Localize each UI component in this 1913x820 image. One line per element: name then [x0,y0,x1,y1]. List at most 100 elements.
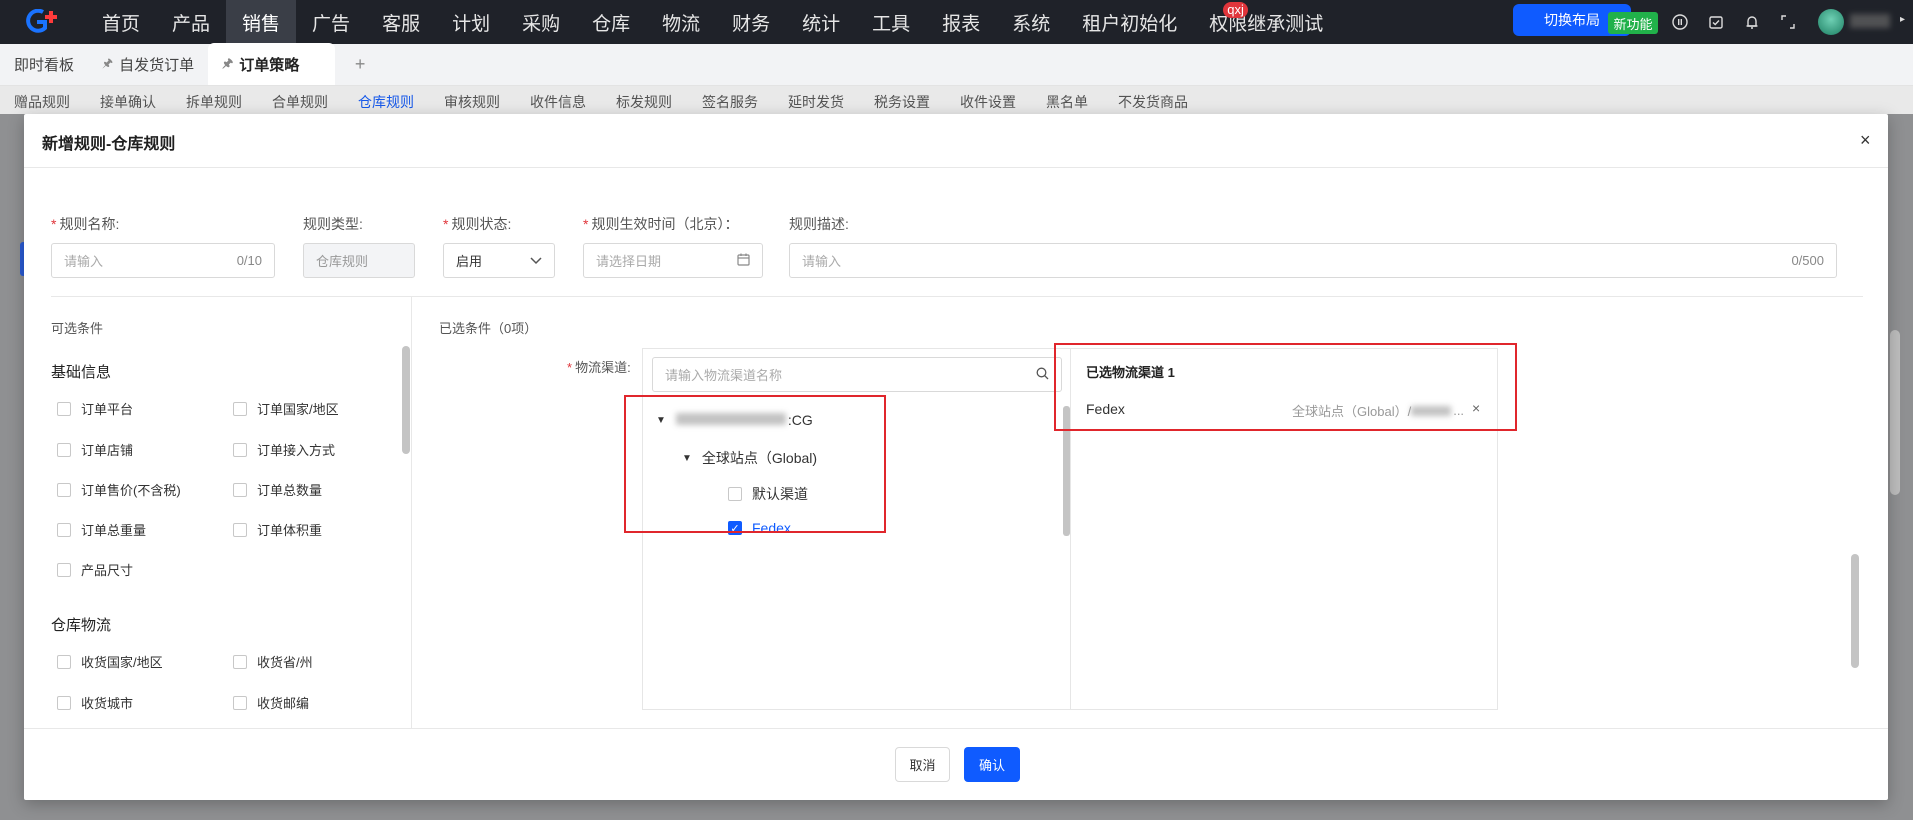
checkbox[interactable] [233,401,247,416]
caret-right-icon[interactable]: ▸ [1900,14,1905,25]
fullscreen-icon[interactable] [1779,13,1797,31]
nav-item-statistics[interactable]: 统计 [786,0,856,44]
checkbox[interactable] [233,482,247,497]
remove-icon[interactable]: × [1472,400,1480,416]
checkbox[interactable] [233,522,247,537]
nav-item-plan[interactable]: 计划 [436,0,506,44]
checkbox[interactable] [233,654,247,669]
nav-item-permission-test[interactable]: 权限继承测试 qxj [1193,0,1339,44]
info-circle-icon[interactable] [1671,13,1689,31]
nav-item-reports[interactable]: 报表 [926,0,996,44]
checkbox[interactable] [57,401,71,416]
checkbox[interactable] [57,522,71,537]
caret-down-icon[interactable]: ▼ [682,453,692,464]
tree-node-default-channel[interactable]: 默认渠道 [728,484,808,504]
left-scrollbar[interactable] [402,346,410,454]
tab-order-strategy[interactable]: 🖈 订单策略 [208,43,336,85]
channel-label-text: 默认渠道 [752,486,808,502]
nav-item-home[interactable]: 首页 [86,0,156,44]
checkbox[interactable] [728,487,742,501]
tree-node-site[interactable]: ▼ 全球站点（Global) [682,448,817,468]
account-name-blurred [675,413,786,425]
condition-product-size[interactable]: 产品尺寸 [57,560,133,579]
checkbox-checked[interactable]: ✓ [728,521,742,535]
tab-self-ship-orders[interactable]: 🖈 自发货订单 [88,43,208,85]
user-avatar[interactable] [1818,9,1844,35]
search-icon[interactable] [1036,367,1049,383]
pin-icon: 🖈 [222,55,234,70]
right-scrollbar[interactable] [1851,554,1859,668]
add-rule-modal: 新增规则-仓库规则 × * 规则名称: 请输入 0/10 规则类型: 仓库规则 *… [24,114,1888,800]
checkbox[interactable] [233,695,247,710]
nav-item-system[interactable]: 系统 [996,0,1066,44]
nav-item-tenant-init[interactable]: 租户初始化 [1066,0,1193,44]
section-warehouse-logistics: 仓库物流 [51,617,112,634]
section-basic-info: 基础信息 [51,364,112,381]
rule-time-label: * 规则生效时间（北京）： [583,216,739,232]
rule-status-label: * 规则状态: [443,216,512,232]
add-tab-icon[interactable]: + [335,43,385,85]
rule-type-label: 规则类型: [303,216,363,232]
calendar-icon [737,253,750,269]
checkbox[interactable] [57,562,71,577]
nav-item-product[interactable]: 产品 [156,0,226,44]
condition-order-platform[interactable]: 订单平台 [57,399,133,418]
channel-search-input[interactable]: 请输入物流渠道名称 [652,357,1062,392]
checkbox[interactable] [57,442,71,457]
task-check-icon[interactable] [1707,13,1725,31]
page-tab-bar: 即时看板 🖈 自发货订单 🖈 订单策略 + [0,43,1913,86]
condition-order-quantity[interactable]: 订单总数量 [233,480,322,499]
cancel-button[interactable]: 取消 [895,747,950,782]
condition-order-volume-weight[interactable]: 订单体积重 [233,520,322,539]
condition-order-weight[interactable]: 订单总重量 [57,520,146,539]
tree-node-fedex[interactable]: ✓ Fedex [728,520,791,536]
rule-status-value: 启用 [456,254,483,269]
rule-name-input[interactable]: 请输入 0/10 [51,243,275,278]
channel-tree-scrollbar[interactable] [1063,406,1070,536]
channel-label: * 物流渠道: [567,360,631,375]
checkbox[interactable] [57,482,71,497]
new-feature-badge[interactable]: 新功能 [1608,12,1658,34]
optional-conditions-title: 可选条件 [51,321,104,336]
tab-dashboard[interactable]: 即时看板 [0,43,88,85]
checkbox[interactable] [57,695,71,710]
top-navigation-bar: 首页 产品 销售 广告 客服 计划 采购 仓库 物流 财务 统计 工具 报表 系… [0,0,1913,44]
nav-item-finance[interactable]: 财务 [716,0,786,44]
rule-type-field: 仓库规则 [303,243,415,278]
nav-item-warehouse[interactable]: 仓库 [576,0,646,44]
chevron-down-icon [530,254,542,268]
tree-node-account[interactable]: ▼ :CG [656,412,813,428]
chosen-channel-name: Fedex [1086,401,1125,417]
confirm-button[interactable]: 确认 [964,747,1020,782]
condition-order-country[interactable]: 订单国家/地区 [233,399,339,418]
rule-status-select[interactable]: 启用 [443,243,555,278]
close-icon[interactable]: × [1860,130,1871,151]
selected-conditions-title: 已选条件（0项） [439,321,538,336]
checkbox[interactable] [233,442,247,457]
channel-label-text: Fedex [752,520,791,536]
caret-down-icon[interactable]: ▼ [656,415,666,426]
app-logo[interactable] [0,0,86,44]
nav-item-logistics[interactable]: 物流 [646,0,716,44]
rule-name-label: * 规则名称: [51,216,120,232]
condition-ship-city[interactable]: 收货城市 [57,693,133,712]
nav-item-tools[interactable]: 工具 [856,0,926,44]
condition-order-store[interactable]: 订单店铺 [57,440,133,459]
rule-time-picker[interactable]: 请选择日期 [583,243,763,278]
condition-order-access-method[interactable]: 订单接入方式 [233,440,335,459]
nav-item-purchase[interactable]: 采购 [506,0,576,44]
bell-icon[interactable] [1743,13,1761,31]
nav-item-sales[interactable]: 销售 [226,0,297,44]
checkbox[interactable] [57,654,71,669]
condition-ship-state[interactable]: 收货省/州 [233,652,313,671]
nav-item-ads[interactable]: 广告 [296,0,366,44]
path-blurred [1411,405,1452,416]
condition-order-price[interactable]: 订单售价(不含税) [57,480,181,499]
username-blurred[interactable] [1850,14,1890,28]
condition-ship-country[interactable]: 收货国家/地区 [57,652,163,671]
nav-item-service[interactable]: 客服 [366,0,436,44]
rule-desc-input[interactable]: 请输入 0/500 [789,243,1837,278]
condition-ship-zipcode[interactable]: 收货邮编 [233,693,309,712]
rule-name-count: 0/10 [236,253,262,268]
rule-desc-label: 规则描述: [789,216,849,232]
